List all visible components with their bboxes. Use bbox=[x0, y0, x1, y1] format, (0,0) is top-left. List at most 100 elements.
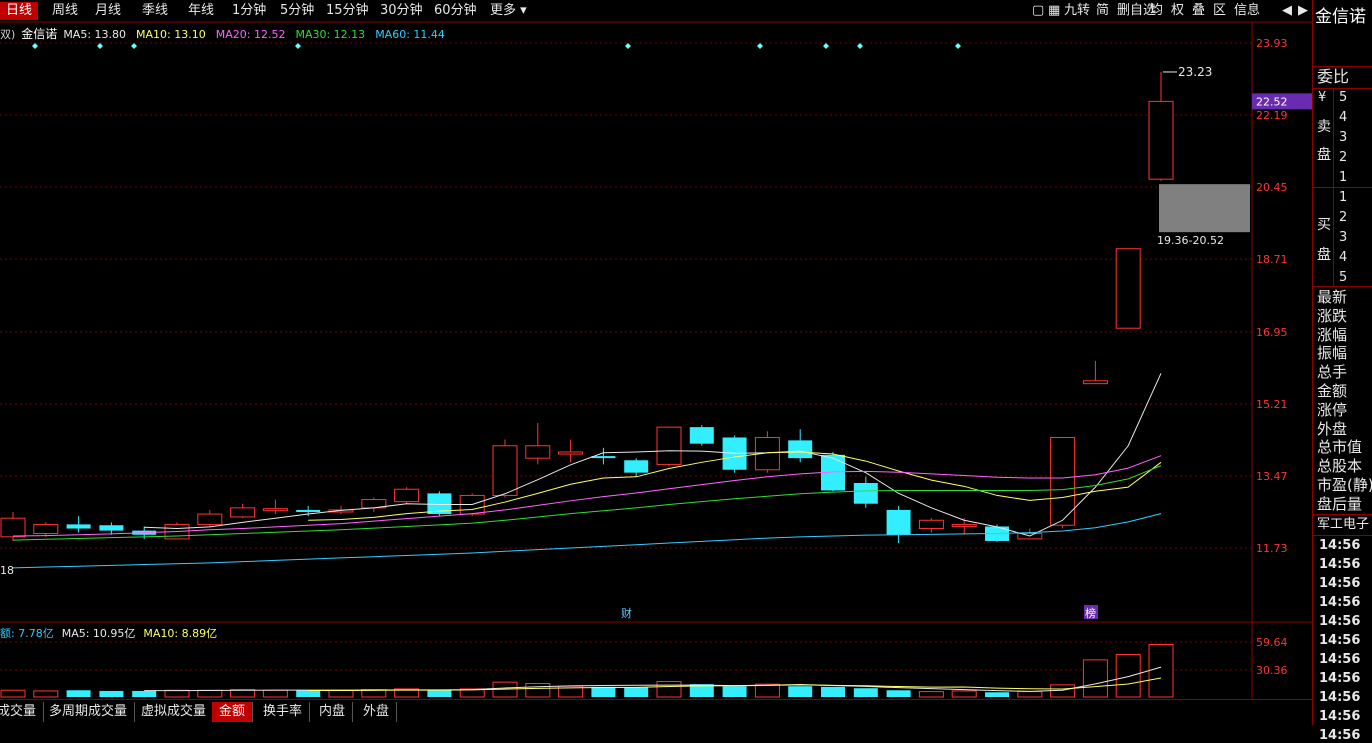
candle[interactable] bbox=[33, 522, 59, 537]
buy-label-1: 买 bbox=[1317, 217, 1331, 233]
candle-body bbox=[296, 509, 321, 512]
candle[interactable] bbox=[624, 458, 649, 477]
sector-label[interactable]: 军工电子 bbox=[1317, 516, 1369, 535]
quote-field-7: 外盘 bbox=[1317, 419, 1348, 438]
volume-bar[interactable] bbox=[427, 690, 452, 697]
volume-bar[interactable] bbox=[853, 688, 878, 697]
indicator-tab-0[interactable]: 成交量 bbox=[0, 702, 45, 722]
price-tick-label: 20.45 bbox=[1256, 181, 1288, 194]
event-diamond-icon bbox=[955, 43, 961, 49]
candlestick-chart[interactable]: 23.93 22.19 20.45 18.71 16.95 15.21 13.47 11.73… bbox=[0, 0, 1312, 700]
tick-time: 14:56 bbox=[1319, 538, 1361, 553]
indicator-tab-1[interactable]: 多周期成交量 bbox=[42, 702, 136, 722]
candle[interactable] bbox=[296, 505, 321, 517]
sell-label-1: 卖 bbox=[1317, 119, 1331, 135]
volume-bar[interactable] bbox=[1017, 691, 1043, 698]
candle[interactable] bbox=[853, 476, 878, 508]
volume-bar[interactable] bbox=[722, 686, 747, 697]
price-tick-label: 11.73 bbox=[1256, 542, 1288, 555]
tick-time: 14:56 bbox=[1319, 576, 1361, 591]
vol-tick-label: 59.64 bbox=[1256, 636, 1288, 649]
candle[interactable] bbox=[66, 516, 91, 533]
legend-ma-4: MA60: 11.44 bbox=[375, 28, 445, 41]
buy-level-5: 5 bbox=[1339, 270, 1348, 285]
current-price-label: 22.52 bbox=[1256, 95, 1288, 108]
candle[interactable] bbox=[197, 509, 223, 527]
indicator-tab-6[interactable]: 外盘 bbox=[356, 702, 398, 722]
yen-icon: ¥ bbox=[1318, 90, 1327, 105]
volume-bar[interactable] bbox=[754, 683, 780, 698]
candle[interactable] bbox=[361, 497, 387, 512]
tick-time: 14:56 bbox=[1319, 728, 1361, 743]
volume-bar[interactable] bbox=[262, 689, 288, 698]
volume-bar[interactable] bbox=[821, 686, 845, 697]
indicator-tab-5[interactable]: 内盘 bbox=[312, 702, 354, 722]
quote-field-2: 涨幅 bbox=[1317, 325, 1348, 344]
volume-bar[interactable] bbox=[66, 690, 91, 697]
event-diamond-icon bbox=[823, 43, 829, 49]
candle[interactable] bbox=[0, 511, 26, 541]
candle[interactable] bbox=[689, 425, 714, 446]
volume-bar[interactable] bbox=[197, 689, 223, 698]
volume-bar[interactable] bbox=[591, 686, 616, 697]
volume-bar[interactable] bbox=[624, 687, 649, 697]
candle[interactable] bbox=[1082, 360, 1108, 385]
candle[interactable] bbox=[394, 487, 420, 504]
indicator-tab-3[interactable]: 金额 bbox=[212, 702, 254, 722]
volume-bar[interactable] bbox=[328, 689, 354, 698]
candle[interactable] bbox=[886, 505, 911, 544]
candle-body bbox=[230, 507, 256, 518]
candle[interactable] bbox=[656, 426, 682, 467]
event-diamond-icon bbox=[625, 43, 631, 49]
indicator-tab-2[interactable]: 虚拟成交量 bbox=[134, 702, 215, 722]
legend-prefix: 双) bbox=[0, 28, 16, 41]
volume-bar[interactable] bbox=[951, 690, 977, 698]
volume-bar[interactable] bbox=[525, 683, 551, 698]
candle[interactable] bbox=[558, 439, 584, 463]
candle-body bbox=[525, 445, 551, 459]
quote-field-10: 市盈(静) bbox=[1317, 476, 1372, 494]
candle-body bbox=[689, 427, 714, 444]
volume-bar[interactable] bbox=[1115, 653, 1141, 698]
candle[interactable] bbox=[1148, 71, 1174, 181]
volume-bar[interactable] bbox=[33, 690, 59, 698]
volume-bar[interactable] bbox=[886, 690, 911, 697]
event-diamond-icon bbox=[32, 43, 38, 49]
volume-bar[interactable] bbox=[788, 686, 813, 697]
quote-field-5: 金额 bbox=[1317, 382, 1348, 400]
volume-bar[interactable] bbox=[0, 689, 26, 698]
candle-body bbox=[591, 456, 616, 459]
volume-bar[interactable] bbox=[1148, 643, 1174, 698]
volume-bar[interactable] bbox=[132, 690, 157, 697]
quote-field-1: 涨跌 bbox=[1317, 306, 1348, 325]
candle[interactable] bbox=[918, 518, 944, 533]
candle[interactable] bbox=[722, 435, 747, 473]
tick-time: 14:56 bbox=[1319, 652, 1361, 667]
candle[interactable] bbox=[525, 422, 551, 465]
volume-bar[interactable] bbox=[918, 691, 944, 698]
candle[interactable] bbox=[99, 522, 124, 535]
volume-bar[interactable] bbox=[1082, 659, 1108, 698]
volume-bar[interactable] bbox=[985, 692, 1009, 697]
candle-body bbox=[1082, 380, 1108, 385]
candle-body bbox=[951, 523, 977, 527]
quote-field-9: 总股本 bbox=[1317, 457, 1363, 476]
candle[interactable] bbox=[492, 439, 518, 498]
event-label: 榜 bbox=[1085, 606, 1096, 620]
volume-bar[interactable] bbox=[656, 680, 682, 698]
volume-bar[interactable] bbox=[164, 689, 190, 698]
volume-bar[interactable] bbox=[296, 690, 321, 697]
candle-body bbox=[853, 483, 878, 504]
candle-body bbox=[0, 517, 26, 538]
candle[interactable] bbox=[262, 499, 288, 515]
candle[interactable] bbox=[230, 503, 256, 519]
ma-legend: 双) 金信诺 MA5: 13.80 MA10: 13.10 MA20: 12.52 MA3… bbox=[0, 25, 455, 42]
volume-bar[interactable] bbox=[99, 690, 124, 697]
tick-time: 14:56 bbox=[1319, 557, 1361, 572]
indicator-tab-4[interactable]: 换手率 bbox=[256, 702, 311, 722]
candle[interactable] bbox=[788, 429, 813, 463]
candle[interactable] bbox=[427, 491, 452, 517]
candle[interactable] bbox=[1050, 436, 1076, 529]
candle[interactable] bbox=[1115, 248, 1141, 329]
price-tick-label: 15.21 bbox=[1256, 398, 1288, 411]
